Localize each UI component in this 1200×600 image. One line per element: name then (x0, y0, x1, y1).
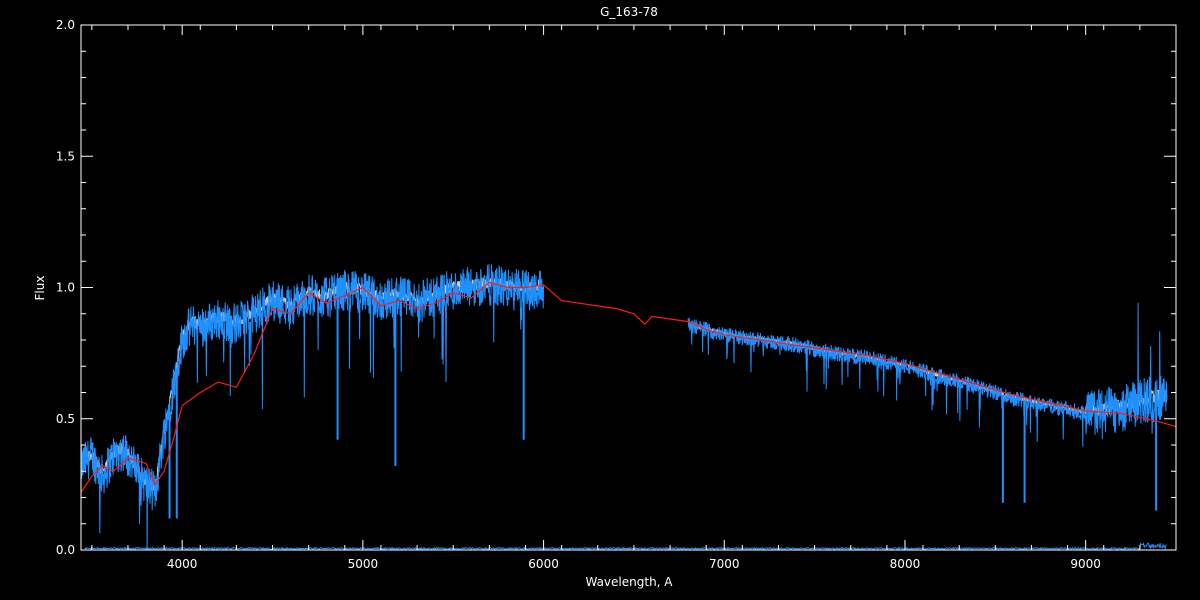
x-tick-label: 4000 (167, 557, 198, 571)
x-tick-label: 5000 (348, 557, 379, 571)
x-axis-label: Wavelength, A (585, 575, 673, 589)
y-tick-label: 2.0 (56, 18, 75, 32)
y-tick-label: 1.5 (56, 149, 75, 163)
y-tick-label: 0.0 (56, 543, 75, 557)
x-tick-label: 7000 (709, 557, 740, 571)
x-tick-label: 6000 (528, 557, 559, 571)
y-tick-label: 0.5 (56, 412, 75, 426)
x-tick-label: 8000 (890, 557, 921, 571)
x-tick-label: 9000 (1070, 557, 1101, 571)
chart-background (0, 0, 1200, 600)
spectrum-chart: G_163-78 4000 5000 6000 7000 8000 9000 0.0 0.5… (0, 0, 1200, 600)
y-axis-label: Flux (33, 276, 47, 301)
chart-title: G_163-78 (600, 5, 658, 19)
y-tick-label: 1.0 (56, 281, 75, 295)
